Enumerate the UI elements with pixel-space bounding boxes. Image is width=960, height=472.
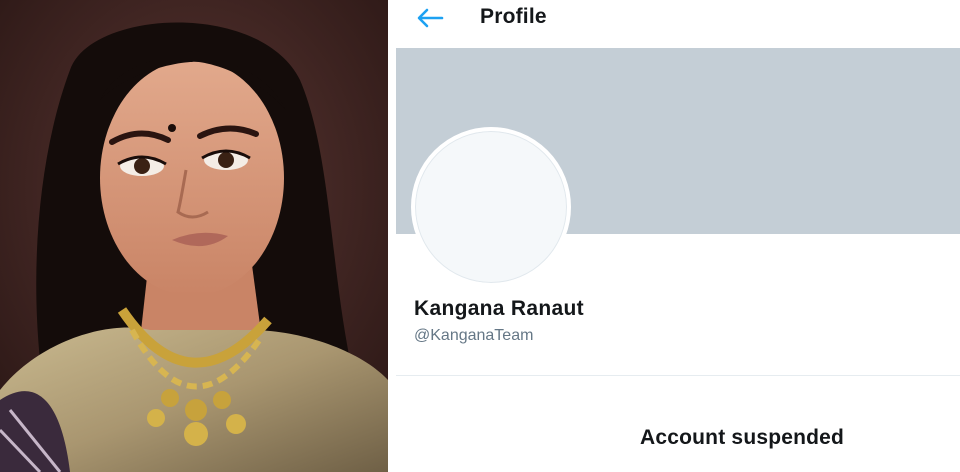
avatar[interactable] [411,127,571,287]
back-arrow-icon [417,8,444,28]
user-handle: @KanganaTeam [414,327,534,344]
portrait-photo [0,0,388,472]
back-button[interactable] [414,6,446,30]
profile-header: Profile [396,0,960,48]
person-photo-icon [0,0,388,472]
section-divider [396,375,960,376]
suspended-title: Account suspended [640,426,845,449]
display-name: Kangana Ranaut [414,297,584,320]
page-title: Profile [480,5,547,28]
panel-gap [388,0,396,472]
profile-panel: Profile Kangana Ranaut @KanganaTeam Acco… [396,0,960,472]
